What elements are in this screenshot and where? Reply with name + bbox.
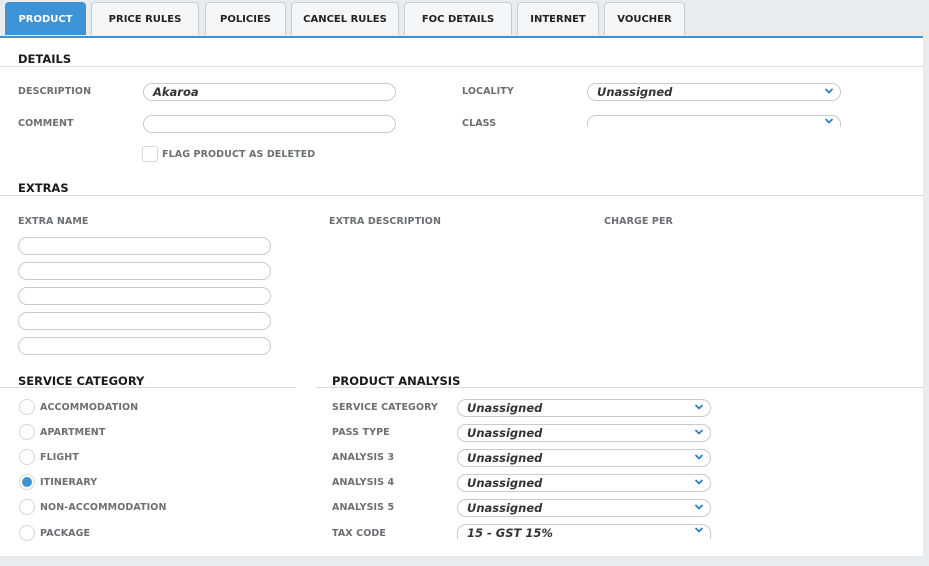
radio-label: ACCOMMODATION (40, 402, 139, 413)
radio-package[interactable] (19, 525, 35, 541)
analysis-4-select[interactable]: Unassigned (457, 474, 711, 492)
radio-label: NON-ACCOMMODATION (40, 502, 167, 513)
description-label: DESCRIPTION (18, 86, 92, 97)
locality-value: Unassigned (597, 85, 673, 99)
class-label: CLASS (462, 118, 497, 129)
tax-code-label: TAX CODE (332, 528, 386, 539)
service-category-title: SERVICE CATEGORY (18, 374, 145, 388)
radio-label: ITINERARY (40, 477, 98, 488)
flag-deleted-checkbox[interactable] (142, 146, 158, 162)
select-value: 15 - GST 15% (467, 526, 553, 539)
extra-name-input[interactable] (18, 262, 271, 280)
select-value: Unassigned (467, 401, 543, 415)
comment-label: COMMENT (18, 118, 74, 129)
analysis-5-label: ANALYSIS 5 (332, 502, 395, 513)
chevron-down-icon (694, 477, 704, 487)
extra-name-input[interactable] (18, 312, 271, 330)
analysis-4-label: ANALYSIS 4 (332, 477, 395, 488)
product-analysis-divider (316, 387, 923, 388)
analysis-5-select[interactable]: Unassigned (457, 499, 711, 517)
tax-code-select[interactable]: 15 - GST 15% (457, 524, 711, 539)
select-value: Unassigned (467, 451, 543, 465)
details-divider (0, 66, 923, 67)
analysis-service-category-label: SERVICE CATEGORY (332, 402, 439, 413)
product-analysis-title: PRODUCT ANALYSIS (332, 374, 461, 388)
charge-per-header: CHARGE PER (604, 216, 673, 227)
radio-flight[interactable] (19, 449, 35, 465)
extra-name-input[interactable] (18, 337, 271, 355)
tab-bar: PRODUCT PRICE RULES POLICIES CANCEL RULE… (0, 0, 929, 37)
locality-select[interactable]: Unassigned (587, 83, 841, 101)
chevron-down-icon (694, 525, 704, 535)
chevron-down-icon (824, 86, 834, 96)
extra-name-input[interactable] (18, 237, 271, 255)
extras-title: EXTRAS (18, 181, 69, 195)
chevron-down-icon (694, 502, 704, 512)
locality-label: LOCALITY (462, 86, 514, 97)
tab-price-rules[interactable]: PRICE RULES (91, 2, 199, 35)
flag-deleted-label: FLAG PRODUCT AS DELETED (162, 149, 316, 160)
radio-non-accommodation[interactable] (19, 499, 35, 515)
pass-type-select[interactable]: Unassigned (457, 424, 711, 442)
extras-divider (0, 195, 923, 196)
service-category-divider (0, 387, 296, 388)
class-select[interactable] (587, 115, 841, 127)
description-input[interactable]: Akaroa (143, 83, 396, 101)
analysis-3-label: ANALYSIS 3 (332, 452, 395, 463)
extra-name-header: EXTRA NAME (18, 216, 89, 227)
product-editor: PRODUCT PRICE RULES POLICIES CANCEL RULE… (0, 0, 929, 566)
radio-label: PACKAGE (40, 528, 91, 539)
chevron-down-icon (694, 427, 704, 437)
select-value: Unassigned (467, 501, 543, 515)
analysis-service-category-select[interactable]: Unassigned (457, 399, 711, 417)
radio-itinerary[interactable] (19, 474, 35, 490)
chevron-down-icon (694, 402, 704, 412)
extra-name-input[interactable] (18, 287, 271, 305)
radio-accommodation[interactable] (19, 399, 35, 415)
comment-input[interactable] (143, 115, 396, 133)
tab-voucher[interactable]: VOUCHER (604, 2, 685, 35)
extra-description-header: EXTRA DESCRIPTION (329, 216, 442, 227)
radio-label: FLIGHT (40, 452, 79, 463)
chevron-down-icon (694, 452, 704, 462)
radio-label: APARTMENT (40, 427, 106, 438)
tab-cancel-rules[interactable]: CANCEL RULES (291, 2, 399, 35)
tab-foc-details[interactable]: FOC DETAILS (404, 2, 512, 35)
chevron-down-icon (824, 116, 834, 126)
tab-policies[interactable]: POLICIES (205, 2, 286, 35)
select-value: Unassigned (467, 476, 543, 490)
analysis-3-select[interactable]: Unassigned (457, 449, 711, 467)
product-panel: DETAILS DESCRIPTION Akaroa LOCALITY Unas… (0, 36, 923, 556)
tab-internet[interactable]: INTERNET (517, 2, 599, 35)
tab-product[interactable]: PRODUCT (5, 2, 86, 35)
pass-type-label: PASS TYPE (332, 427, 390, 438)
radio-apartment[interactable] (19, 424, 35, 440)
details-title: DETAILS (18, 52, 72, 66)
select-value: Unassigned (467, 426, 543, 440)
